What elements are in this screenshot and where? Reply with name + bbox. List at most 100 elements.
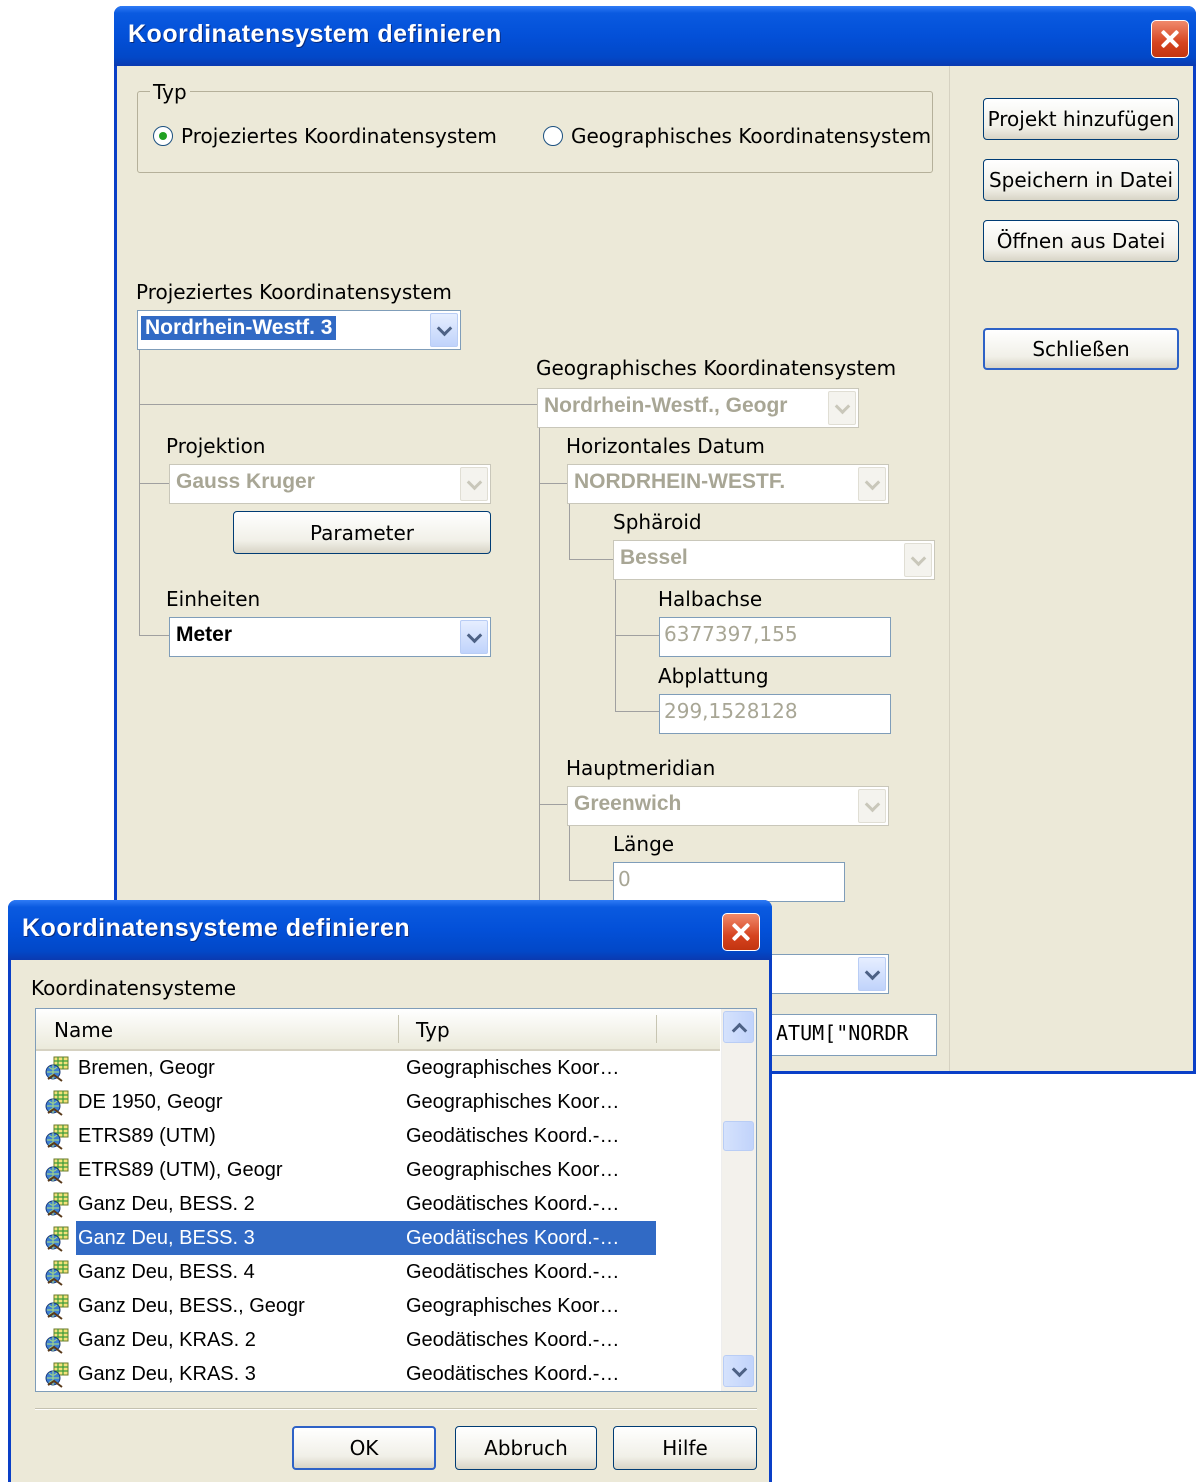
geographic-cs-value: Nordrhein-Westf., Geogr bbox=[544, 394, 788, 417]
prime-meridian-value: Greenwich bbox=[574, 792, 682, 815]
radio-projected[interactable] bbox=[153, 126, 173, 146]
coordinate-systems-dialog: Koordinatensysteme definieren Koordinate… bbox=[8, 900, 772, 1482]
tree-line bbox=[139, 483, 169, 484]
projection-label: Projektion bbox=[166, 434, 266, 458]
list-item[interactable]: DE 1950, Geogr Geographisches Koor… bbox=[36, 1085, 720, 1119]
chevron-down-icon bbox=[904, 543, 932, 577]
main-window-title: Koordinatensystem definieren bbox=[128, 20, 502, 48]
list-item[interactable]: Ganz Deu, BESS. 3 Geodätisches Koord.-… bbox=[36, 1221, 720, 1255]
list-item-name: Ganz Deu, BESS., Geogr bbox=[78, 1295, 305, 1317]
chevron-down-icon[interactable] bbox=[858, 957, 886, 991]
dialog-close-icon[interactable] bbox=[722, 913, 760, 951]
semi-axis-field: 6377397,155 bbox=[659, 617, 891, 657]
dialog-title-bar[interactable]: Koordinatensysteme definieren bbox=[8, 900, 772, 960]
list-header: Name Typ bbox=[36, 1009, 720, 1051]
projected-cs-label: Projeziertes Koordinatensystem bbox=[136, 280, 452, 304]
flattening-label: Abplattung bbox=[658, 664, 769, 688]
column-separator[interactable] bbox=[656, 1015, 657, 1043]
close-button[interactable]: Schließen bbox=[983, 328, 1179, 370]
coordinate-system-icon bbox=[44, 1225, 69, 1252]
list-item[interactable]: ETRS89 (UTM), Geogr Geographisches Koor… bbox=[36, 1153, 720, 1187]
radio-projected-label[interactable]: Projeziertes Koordinatensystem bbox=[181, 124, 497, 148]
scroll-up-icon[interactable] bbox=[723, 1011, 754, 1043]
coordinate-system-icon bbox=[44, 1089, 69, 1116]
list-item-name: Ganz Deu, BESS. 3 bbox=[78, 1227, 255, 1249]
column-header-name[interactable]: Name bbox=[54, 1018, 113, 1042]
list-item[interactable]: Ganz Deu, BESS. 4 Geodätisches Koord.-… bbox=[36, 1255, 720, 1289]
main-title-bar[interactable]: Koordinatensystem definieren bbox=[114, 6, 1196, 66]
tree-line bbox=[139, 350, 140, 636]
flattening-value: 299,1528128 bbox=[664, 699, 798, 723]
list-item-type: Geodätisches Koord.-… bbox=[406, 1227, 620, 1249]
coordinate-system-icon bbox=[44, 1157, 69, 1184]
tree-line bbox=[539, 483, 569, 484]
cancel-button[interactable]: Abbruch bbox=[455, 1426, 597, 1470]
list-item-type: Geographisches Koor… bbox=[406, 1159, 620, 1181]
units-value: Meter bbox=[176, 623, 233, 646]
datum-select: NORDRHEIN-WESTF. bbox=[567, 464, 889, 504]
prime-meridian-label: Hauptmeridian bbox=[566, 756, 716, 780]
dialog-title: Koordinatensysteme definieren bbox=[22, 914, 411, 942]
coordinate-system-icon bbox=[44, 1123, 69, 1150]
geographic-cs-select: Nordrhein-Westf., Geogr bbox=[537, 388, 859, 428]
chevron-down-icon[interactable] bbox=[430, 313, 458, 347]
list-scrollbar[interactable] bbox=[721, 1009, 756, 1391]
coordinate-system-icon bbox=[44, 1191, 69, 1218]
list-item-name: ETRS89 (UTM) bbox=[78, 1125, 216, 1147]
list-item[interactable]: Ganz Deu, KRAS. 3 Geodätisches Koord.-… bbox=[36, 1357, 720, 1391]
list-item-name: Ganz Deu, KRAS. 3 bbox=[78, 1363, 256, 1385]
list-item[interactable]: Ganz Deu, KRAS. 2 Geodätisches Koord.-… bbox=[36, 1323, 720, 1357]
list-item[interactable]: Bremen, Geogr Geographisches Koor… bbox=[36, 1051, 720, 1085]
list-item[interactable]: ETRS89 (UTM) Geodätisches Koord.-… bbox=[36, 1119, 720, 1153]
list-item[interactable]: Ganz Deu, BESS., Geogr Geographisches Koo… bbox=[36, 1289, 720, 1323]
longitude-field: 0 bbox=[613, 862, 845, 902]
projection-select: Gauss Kruger bbox=[169, 464, 491, 504]
tree-line bbox=[139, 635, 169, 636]
semi-axis-label: Halbachse bbox=[658, 587, 763, 611]
coordinate-system-icon bbox=[44, 1055, 69, 1082]
ok-button[interactable]: OK bbox=[292, 1426, 436, 1470]
list-item-name: Bremen, Geogr bbox=[78, 1057, 215, 1079]
type-group-legend: Typ bbox=[150, 80, 190, 104]
projected-cs-select[interactable]: Nordrhein-Westf. 3 bbox=[137, 310, 461, 350]
list-item-name: ETRS89 (UTM), Geogr bbox=[78, 1159, 283, 1181]
list-item[interactable]: Ganz Deu, BESS. 2 Geodätisches Koord.-… bbox=[36, 1187, 720, 1221]
main-close-icon[interactable] bbox=[1151, 20, 1189, 58]
parameter-button[interactable]: Parameter bbox=[233, 511, 491, 554]
chevron-down-icon bbox=[460, 467, 488, 501]
coordinate-system-icon bbox=[44, 1327, 69, 1354]
coordinate-systems-list[interactable]: Name Typ Bremen, Geogr Geographisches Koo… bbox=[35, 1008, 757, 1392]
column-header-type[interactable]: Typ bbox=[416, 1018, 450, 1042]
list-item-type: Geodätisches Koord.-… bbox=[406, 1329, 620, 1351]
units-label: Einheiten bbox=[166, 587, 261, 611]
list-item-type: Geographisches Koor… bbox=[406, 1295, 620, 1317]
longitude-value: 0 bbox=[618, 867, 631, 891]
tree-line bbox=[539, 428, 540, 908]
datum-value: NORDRHEIN-WESTF. bbox=[574, 470, 786, 493]
column-separator[interactable] bbox=[398, 1015, 399, 1043]
chevron-down-icon[interactable] bbox=[460, 620, 488, 654]
projection-value: Gauss Kruger bbox=[176, 470, 315, 493]
tree-line bbox=[569, 825, 570, 881]
add-project-button[interactable]: Projekt hinzufügen bbox=[983, 98, 1179, 140]
scroll-down-icon[interactable] bbox=[723, 1355, 754, 1387]
open-from-file-button[interactable]: Öffnen aus Datei bbox=[983, 220, 1179, 262]
scroll-thumb[interactable] bbox=[723, 1121, 754, 1151]
save-to-file-button[interactable]: Speichern in Datei bbox=[983, 159, 1179, 201]
prime-meridian-select: Greenwich bbox=[567, 786, 889, 826]
list-item-type: Geodätisches Koord.-… bbox=[406, 1363, 620, 1385]
tree-line bbox=[615, 580, 616, 712]
list-item-name: Ganz Deu, KRAS. 2 bbox=[78, 1329, 256, 1351]
chevron-down-icon bbox=[828, 391, 856, 425]
datum-label: Horizontales Datum bbox=[566, 434, 765, 458]
radio-geographic-label[interactable]: Geographisches Koordinatensystem bbox=[571, 124, 931, 148]
coordinate-system-icon bbox=[44, 1361, 69, 1388]
chevron-down-icon bbox=[858, 789, 886, 823]
help-button[interactable]: Hilfe bbox=[613, 1426, 757, 1470]
units-select[interactable]: Meter bbox=[169, 617, 491, 657]
list-item-type: Geographisches Koor… bbox=[406, 1057, 620, 1079]
radio-geographic[interactable] bbox=[543, 126, 563, 146]
semi-axis-value: 6377397,155 bbox=[664, 622, 798, 646]
coordinate-system-icon bbox=[44, 1293, 69, 1320]
dialog-divider bbox=[35, 1409, 757, 1410]
